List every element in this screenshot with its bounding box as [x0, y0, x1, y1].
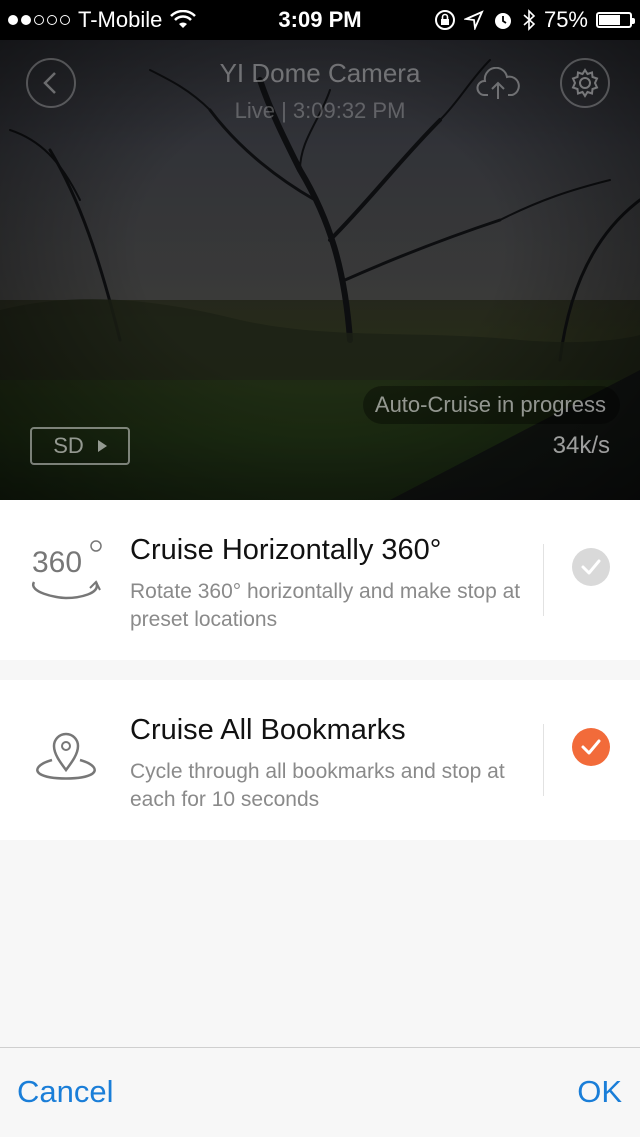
- option-title: Cruise All Bookmarks: [130, 714, 406, 746]
- signal-strength-icon: [8, 15, 70, 25]
- location-pin-icon: [36, 732, 96, 780]
- option-title: Cruise Horizontally 360°: [130, 534, 442, 566]
- option-description: Rotate 360° horizontally and make stop a…: [130, 580, 521, 631]
- auto-cruise-status: Auto-Cruise in progress: [362, 386, 620, 424]
- option-description: Cycle through all bookmarks and stop at …: [130, 760, 505, 811]
- option-cruise-horizontal[interactable]: 360 Cruise Horizontally 360° Rotate 360°…: [0, 500, 640, 660]
- cloud-upload-button[interactable]: [474, 64, 522, 104]
- quality-label: SD: [53, 433, 84, 458]
- checkmark-icon: [581, 739, 601, 755]
- option-unchecked[interactable]: [572, 548, 610, 586]
- rotation-lock-icon: [434, 10, 455, 30]
- battery-percent: 75%: [543, 7, 588, 32]
- alarm-icon: [494, 13, 511, 29]
- stream-speed: 34k/s: [552, 432, 610, 459]
- option-divider: [543, 544, 544, 616]
- bluetooth-icon: [523, 9, 536, 31]
- status-time: 3:09 PM: [278, 7, 362, 32]
- carrier-name: T-Mobile: [78, 7, 163, 32]
- battery-icon: [596, 12, 635, 28]
- option-cruise-bookmarks[interactable]: Cruise All Bookmarks Cycle through all b…: [0, 680, 640, 840]
- checkmark-icon: [581, 559, 601, 575]
- status-left: T-Mobile: [8, 7, 197, 33]
- quality-sd-button[interactable]: SD: [30, 427, 130, 465]
- option-divider: [543, 724, 544, 796]
- gear-icon: [571, 68, 599, 98]
- ok-button[interactable]: OK: [577, 1074, 622, 1110]
- location-arrow-icon: [463, 10, 484, 30]
- 360-icon-text: 360: [32, 546, 82, 579]
- cancel-button[interactable]: Cancel: [17, 1074, 114, 1110]
- play-arrow-icon: [97, 440, 107, 452]
- 360-icon: 360: [31, 540, 102, 600]
- wifi-icon: [170, 10, 197, 28]
- camera-live-time: Live | 3:09:32 PM: [234, 98, 406, 123]
- camera-title: YI Dome Camera: [219, 58, 421, 88]
- settings-button[interactable]: [560, 58, 610, 108]
- camera-live-view[interactable]: YI Dome Camera Live | 3:09:32 PM Auto-Cr…: [0, 40, 640, 500]
- cloud-upload-icon: [476, 67, 520, 99]
- status-bar: T-Mobile 3:09 PM 75%: [0, 0, 640, 40]
- option-checked[interactable]: [572, 728, 610, 766]
- status-right: 75%: [434, 7, 635, 33]
- bottom-action-bar: Cancel OK: [0, 1047, 640, 1137]
